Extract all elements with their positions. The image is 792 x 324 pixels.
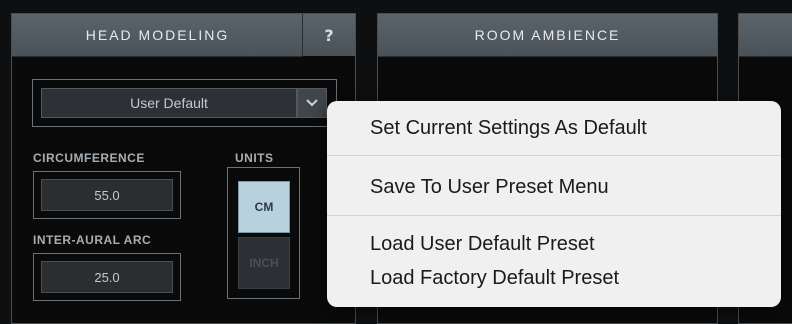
inter-aural-box: 25.0	[33, 253, 181, 301]
preset-dropdown-button[interactable]	[297, 88, 327, 118]
room-ambience-title: ROOM AMBIENCE	[474, 27, 621, 43]
circumference-box: 55.0	[33, 171, 181, 219]
preset-value: User Default	[130, 95, 208, 111]
room-ambience-header: ROOM AMBIENCE	[378, 14, 717, 57]
menu-separator	[327, 215, 781, 216]
help-button[interactable]: ?	[302, 14, 355, 56]
inter-aural-value: 25.0	[94, 269, 120, 285]
menu-item-set-default[interactable]: Set Current Settings As Default	[370, 116, 647, 140]
units-label: UNITS	[235, 151, 274, 165]
menu-item-load-factory-default[interactable]: Load Factory Default Preset	[370, 266, 619, 290]
units-box: CM INCH	[227, 167, 300, 299]
unit-cm-label: CM	[254, 200, 274, 214]
preset-select[interactable]: User Default	[41, 88, 297, 118]
menu-item-save-preset[interactable]: Save To User Preset Menu	[370, 175, 609, 199]
unit-inch-label: INCH	[249, 256, 279, 270]
menu-item-load-user-default[interactable]: Load User Default Preset	[370, 232, 595, 256]
third-panel-header	[739, 14, 792, 57]
inter-aural-field[interactable]: 25.0	[41, 261, 173, 293]
unit-cm-button[interactable]: CM	[238, 181, 290, 233]
preset-box: User Default	[32, 79, 337, 127]
head-modeling-title: HEAD MODELING	[85, 27, 230, 43]
help-label: ?	[324, 25, 334, 45]
head-modeling-header: HEAD MODELING	[12, 14, 303, 57]
circumference-label: CIRCUMFERENCE	[33, 151, 145, 165]
unit-inch-button[interactable]: INCH	[238, 237, 290, 289]
context-menu: Set Current Settings As Default Save To …	[327, 101, 781, 307]
inter-aural-label: INTER-AURAL ARC	[33, 233, 152, 247]
chevron-down-icon	[306, 99, 318, 107]
menu-separator	[327, 155, 781, 156]
circumference-value: 55.0	[94, 187, 120, 203]
circumference-field[interactable]: 55.0	[41, 179, 173, 211]
